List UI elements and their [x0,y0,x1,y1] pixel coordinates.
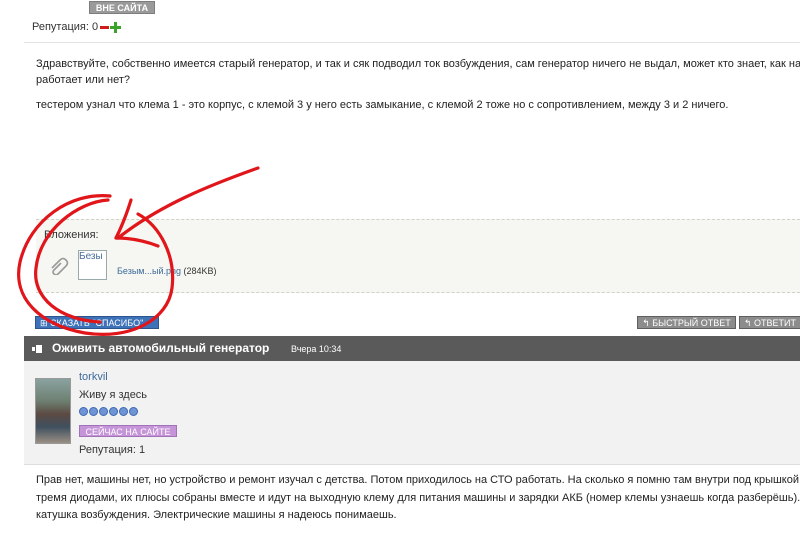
reply-arrow-icon: ↰ [744,318,755,328]
rank-pip-icon [129,407,138,416]
avatar[interactable] [35,378,71,444]
online-status-badge: СЕЙЧАС НА САЙТЕ [79,425,177,437]
attachment-link-row: Безым...ый.png (284KB) [117,266,217,276]
post-date: Вчера 10:34 [291,344,342,354]
rep-minus-icon[interactable] [100,25,110,29]
post-title: Оживить автомобильный генератор [52,341,270,355]
say-thanks-button[interactable]: ⊞ СКАЗАТЬ "СПАСИБО" [35,316,159,329]
post-text-line: тестером узнал что клема 1 - это корпус,… [36,99,729,111]
rank-pip-icon [79,407,88,416]
quick-reply-button[interactable]: ↰ БЫСТРЫЙ ОТВЕТ [637,316,736,329]
reputation-row: Репутация: 0 [32,21,122,33]
attachment-link[interactable]: Безым...ый.png [117,266,181,276]
say-thanks-label: СКАЗАТЬ "СПАСИБО" [50,318,144,328]
attachments-box [36,219,800,293]
author-title: Живу я здесь [79,389,148,401]
rep-plus-icon[interactable] [110,21,122,33]
thanks-icon: ⊞ [40,318,51,328]
offline-status-badge: ВНЕ САЙТА [89,1,155,14]
attachments-title: Вложения: [44,229,99,241]
rank-pip-icon [109,407,118,416]
rank-pip-icon [89,407,98,416]
rank-pip-icon [99,407,108,416]
reply-arrow-icon: ↰ [642,318,653,328]
reply-label: ОТВЕТИТ [754,318,797,328]
attachment-thumbnail[interactable]: Безы [78,250,107,280]
post-text-line: тремя диодами, их плюсы собраны вместе и… [36,492,800,504]
attachment-thumb-text: Безы [79,251,103,262]
author-name-link[interactable]: torkvil [79,371,108,383]
reputation-label: Репутация: 1 [79,444,146,456]
rank-pip-icon [119,407,128,416]
post-text-line: Прав нет, машины нет, но устройство и ре… [36,474,800,486]
post-text-line: Здравствуйте, собственно имеется старый … [36,58,800,70]
post-text-line: работает или нет? [36,74,131,86]
reply-button[interactable]: ↰ ОТВЕТИТ [739,316,800,329]
rank-pips [79,407,139,419]
post-text-line: катушка возбуждения. Электрические машин… [36,509,397,521]
post-bullet-icon [32,344,42,353]
quick-reply-label: БЫСТРЫЙ ОТВЕТ [652,318,731,328]
reputation-label: Репутация: 0 [32,21,99,33]
paperclip-icon [48,255,70,278]
attachment-size: (284KB) [183,266,217,276]
